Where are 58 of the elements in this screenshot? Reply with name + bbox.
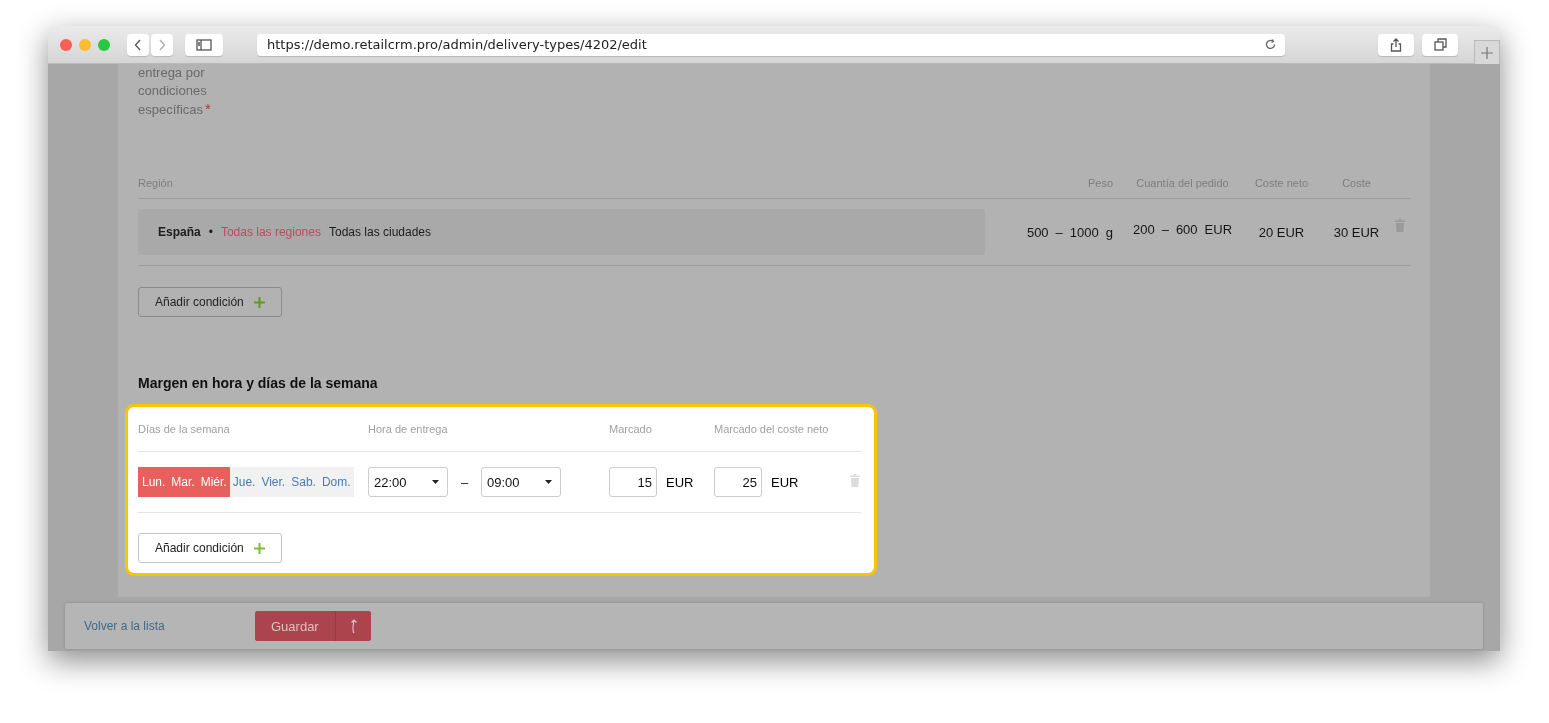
caret-icon [432, 480, 439, 484]
tabs-button[interactable] [1422, 33, 1458, 56]
forward-button[interactable] [151, 33, 173, 56]
trash-icon[interactable] [850, 474, 860, 487]
share-button[interactable] [1378, 33, 1414, 56]
country-name: España [158, 225, 201, 239]
amount-unit: EUR [1204, 221, 1233, 237]
new-tab-button[interactable] [1474, 40, 1500, 65]
zoom-button[interactable] [98, 38, 110, 51]
plus-icon [253, 296, 265, 308]
time-to-select[interactable]: 09:00 [481, 467, 561, 497]
bullet: • [208, 225, 213, 239]
trash-icon[interactable] [1395, 219, 1405, 232]
plus-icon [1481, 47, 1493, 59]
column-header: Marcado del coste neto [714, 423, 830, 435]
column-header: Días de la semana [138, 423, 231, 435]
markup-input[interactable]: 15 [609, 467, 657, 497]
weekday-toggle[interactable]: Miér. [197, 467, 230, 497]
chevron-left-icon [134, 38, 142, 51]
column-header: Marcado [609, 423, 653, 435]
amount-from: 200 [1132, 221, 1155, 237]
sidebar-icon [196, 38, 212, 51]
cost: 30 EUR [1333, 224, 1380, 240]
net-markup-input[interactable]: 25 [714, 467, 762, 497]
add-condition-button[interactable]: Añadir condición [138, 287, 282, 317]
section-title: Margen en hora y días de la semana [138, 375, 379, 391]
plus-icon [253, 542, 265, 554]
amount-to: 600 [1175, 221, 1198, 237]
sidebar-button[interactable] [185, 33, 223, 56]
share-icon [1390, 37, 1402, 52]
field-label: entrega por condiciones específicas [138, 65, 207, 117]
add-condition-button[interactable]: Añadir condición [138, 533, 282, 563]
address-bar[interactable]: https://demo.retailcrm.pro/admin/delivery-types/4202/edit [257, 33, 1285, 56]
reload-icon[interactable] [1264, 38, 1277, 51]
save-exit-button[interactable] [334, 611, 371, 641]
back-to-list-link[interactable]: Volver a la lista [84, 619, 255, 633]
caret-icon [545, 480, 552, 484]
currency-label: EUR [771, 474, 799, 490]
column-header: Hora de entrega [368, 423, 449, 435]
tabs-icon [1433, 38, 1447, 51]
close-button[interactable] [60, 38, 72, 51]
back-button[interactable] [127, 33, 149, 56]
required-mark: * [205, 100, 211, 117]
currency-label: EUR [666, 474, 694, 490]
weight-to: 1000 [1069, 224, 1099, 240]
net-cost: 20 EUR [1258, 224, 1305, 240]
city-name: Todas las ciudades [328, 225, 432, 239]
weight-from: 500 [1026, 224, 1049, 240]
time-dash: – [459, 474, 470, 490]
weekday-toggle[interactable]: Lun. [138, 467, 169, 497]
region-name[interactable]: Todas las regiones [220, 225, 321, 239]
range-dash: – [1055, 224, 1063, 240]
minimize-button[interactable] [79, 38, 91, 51]
weight-unit: g [1105, 224, 1113, 240]
time-from-select[interactable]: 22:00 [368, 467, 448, 497]
weekday-toggle[interactable]: Mar. [168, 467, 198, 497]
chevron-right-icon [158, 38, 166, 51]
range-dash: – [1161, 221, 1169, 237]
